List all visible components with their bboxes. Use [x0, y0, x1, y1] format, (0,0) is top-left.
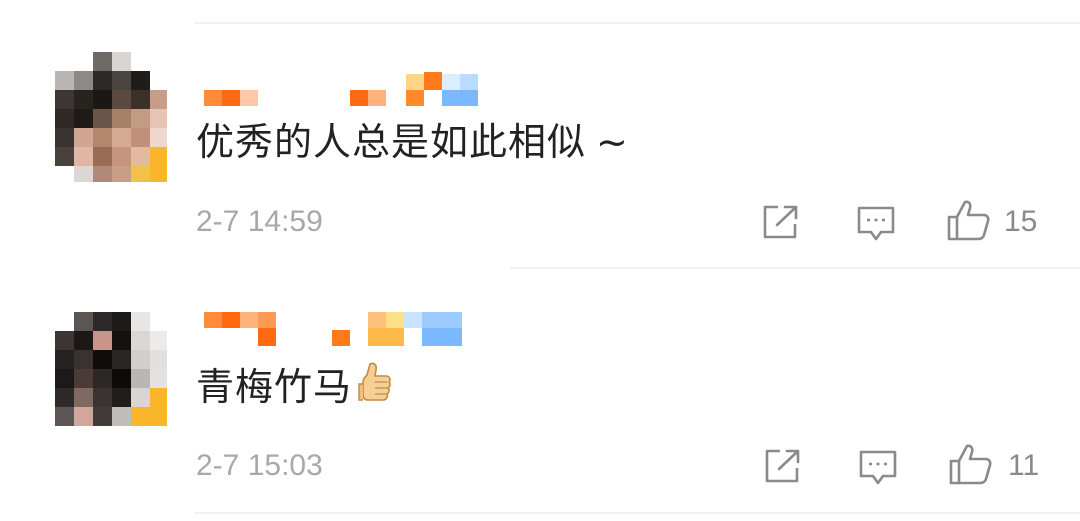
like-icon — [947, 200, 990, 241]
reply-icon — [857, 206, 895, 241]
like-count: 15 — [1004, 205, 1038, 238]
thumbs-up-emoji — [356, 360, 394, 417]
username[interactable] — [200, 72, 485, 108]
comment-body: 青梅竹马 — [196, 365, 353, 409]
comment-time: 2-7 15:03 — [196, 449, 323, 482]
comment-divider — [510, 267, 1080, 269]
comment-text: 青梅竹马 — [196, 360, 394, 417]
share-icon — [765, 449, 800, 483]
reply-button[interactable] — [856, 204, 896, 244]
like-count: 11 — [1008, 449, 1040, 482]
avatar[interactable] — [55, 52, 167, 182]
like-button[interactable] — [946, 198, 992, 242]
bottom-divider — [195, 512, 1080, 514]
top-divider — [195, 22, 1080, 24]
share-button[interactable] — [762, 204, 800, 240]
reply-button[interactable] — [858, 448, 898, 488]
comment-time: 2-7 14:59 — [196, 205, 323, 238]
comment-body: 优秀的人总是如此相似 — [196, 120, 587, 164]
comment-text: 优秀的人总是如此相似 ~ — [196, 118, 629, 166]
avatar[interactable] — [55, 312, 167, 442]
share-icon — [763, 205, 798, 239]
like-icon — [949, 444, 992, 485]
reply-icon — [859, 450, 897, 485]
username[interactable] — [200, 312, 465, 352]
comment-suffix: ~ — [596, 120, 629, 164]
share-button[interactable] — [764, 448, 802, 484]
like-button[interactable] — [948, 442, 994, 486]
